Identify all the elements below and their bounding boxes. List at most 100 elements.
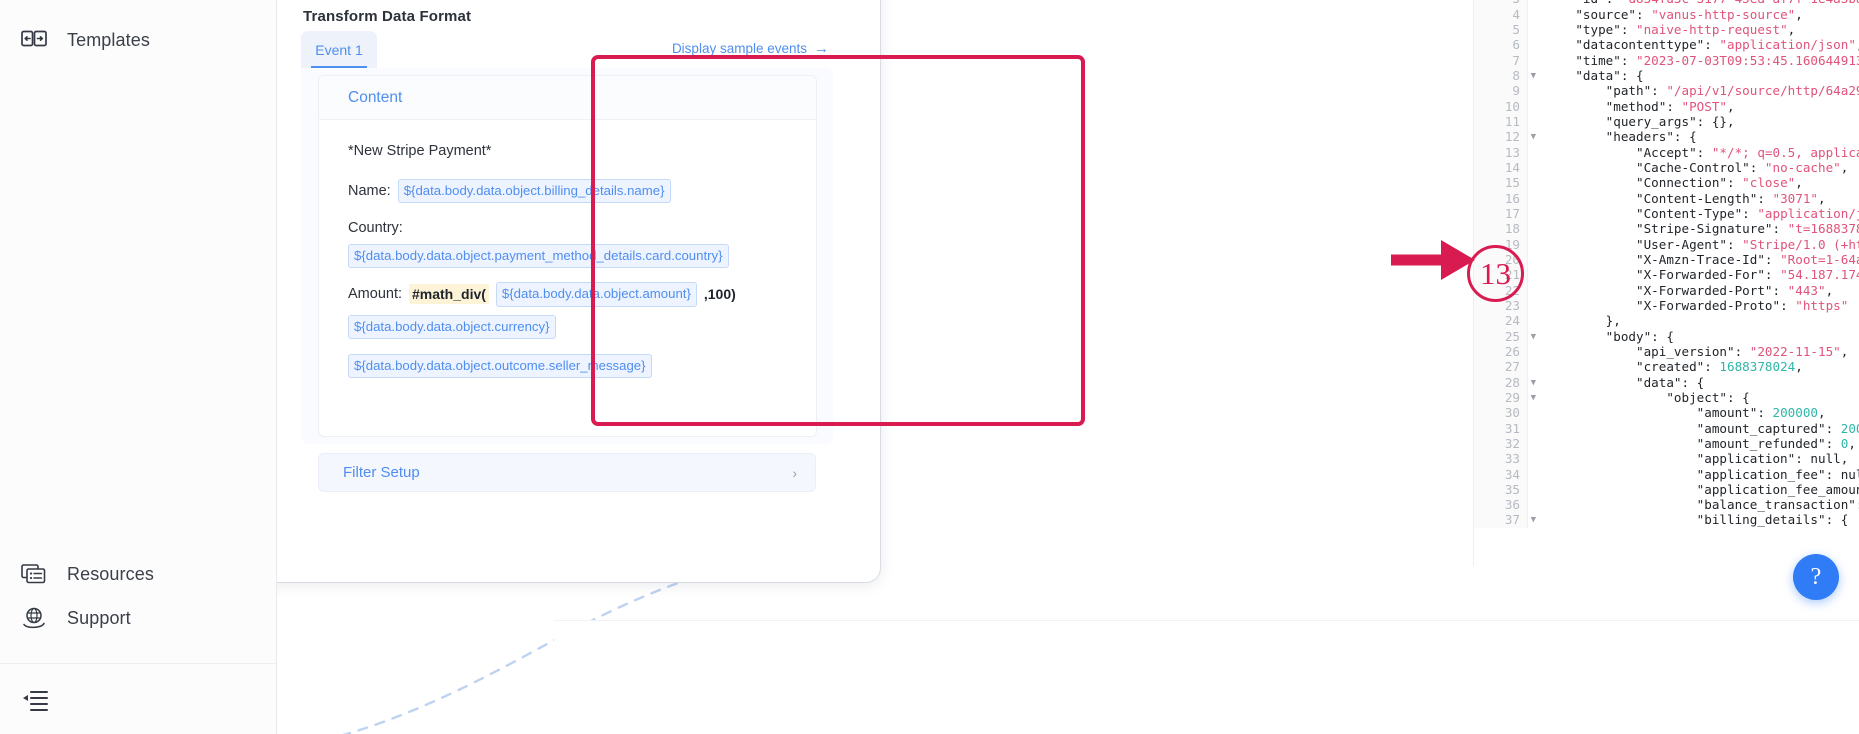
line-number: 6 xyxy=(1474,37,1528,53)
tab-event-1[interactable]: Event 1 xyxy=(301,31,377,68)
code-line-content: "application": null, xyxy=(1696,451,1849,467)
amount-variable-token[interactable]: ${data.body.data.object.amount} xyxy=(495,282,697,307)
code-line: 37 ▼ "billing_details": { xyxy=(1474,512,1859,528)
line-number: 16 xyxy=(1474,190,1528,206)
code-line-content: "amount": 200000, xyxy=(1696,405,1826,421)
line-number: 14 xyxy=(1474,159,1528,176)
content-shell: Content *New Stripe Payment* Name: ${dat… xyxy=(301,68,833,444)
code-line-content: "balance_transaction": "txn_3NPjRzHOTAMv… xyxy=(1696,497,1859,513)
line-number: 5 xyxy=(1474,21,1528,38)
line-number: 9 xyxy=(1474,83,1528,99)
code-line-content: "User-Agent": "Stripe/1.0 (+https://stri… xyxy=(1636,236,1859,252)
code-line: 34 "application_fee": null, xyxy=(1474,466,1859,482)
code-line: 3 "id": "d834fd3c-3177-45ea-af7f-1e4a3ba… xyxy=(1474,0,1859,7)
country-variable-token[interactable]: ${data.body.data.object.payment_method_d… xyxy=(348,244,729,269)
currency-variable-token[interactable]: ${data.body.data.object.currency} xyxy=(348,314,556,339)
amount-divisor-suffix: ,100) xyxy=(703,286,736,303)
code-line-content: "body": { xyxy=(1605,328,1674,344)
line-number: 10 xyxy=(1474,98,1528,114)
code-line-content: "Accept": "*/*; q=0.5, application/xml", xyxy=(1636,144,1859,160)
line-number: 17 xyxy=(1474,205,1528,222)
display-sample-events-link[interactable]: Display sample events → xyxy=(672,41,829,56)
name-variable-token[interactable]: ${data.body.data.object.billing_details.… xyxy=(397,179,671,204)
code-line: 22 "X-Forwarded-Port": "443", xyxy=(1474,282,1859,298)
code-line-content: "X-Forwarded-Proto": "https" xyxy=(1636,297,1849,313)
help-button[interactable]: ? xyxy=(1793,554,1839,600)
line-number: 4 xyxy=(1474,6,1528,22)
code-line: 32 "amount_refunded": 0, xyxy=(1474,435,1859,452)
name-field-line: Name: ${data.body.data.object.billing_de… xyxy=(348,179,794,204)
code-line-content: }, xyxy=(1545,313,1621,329)
code-line: 14 "Cache-Control": "no-cache", xyxy=(1474,159,1859,176)
content-editor-body[interactable]: *New Stripe Payment* Name: ${data.body.d… xyxy=(319,120,816,378)
code-line-content: "Content-Length": "3071", xyxy=(1636,190,1826,206)
content-heading-line: *New Stripe Payment* xyxy=(348,143,794,159)
code-line-content: "X-Amzn-Trace-Id": "Root=1-64a29aa9-723d… xyxy=(1636,251,1859,267)
json-code-rows: 2 "specversion": "1.0",3 "id": "d834fd3c… xyxy=(1474,0,1859,528)
code-line: 29 ▼ "object": { xyxy=(1474,389,1859,406)
annotation-arrow-icon xyxy=(1391,240,1475,280)
seller-message-variable-token[interactable]: ${data.body.data.object.outcome.seller_m… xyxy=(348,353,652,378)
content-section-header: Content xyxy=(319,76,816,120)
code-line: 4 "source": "vanus-http-source", xyxy=(1474,6,1859,22)
code-line-content: "application_fee": null, xyxy=(1696,466,1859,482)
math-div-function-token[interactable]: #math_div( xyxy=(409,284,489,305)
sidebar-item-resources[interactable]: Resources xyxy=(0,552,276,596)
code-line-content: "amount_captured": 200000, xyxy=(1696,420,1859,436)
fold-toggle-icon[interactable]: ▼ xyxy=(1531,391,1536,406)
arrow-right-icon: → xyxy=(814,40,829,57)
code-line-content: "datacontenttype": "application/json", xyxy=(1575,37,1859,53)
sidebar-divider xyxy=(0,663,276,664)
code-line-content: "Content-Type": "application/json; chars… xyxy=(1636,205,1859,221)
code-line: 11 "query_args": {}, xyxy=(1474,113,1859,130)
code-line-content: "headers": { xyxy=(1605,129,1697,145)
line-number: 8 ▼ xyxy=(1474,67,1536,84)
sidebar-item-templates[interactable]: Templates xyxy=(0,18,276,62)
canvas-bottom-strip xyxy=(554,620,1859,734)
code-line: 28 ▼ "data": { xyxy=(1474,374,1859,391)
code-line-content: "type": "naive-http-request", xyxy=(1575,21,1796,37)
seller-message-line: ${data.body.data.object.outcome.seller_m… xyxy=(348,353,794,378)
code-line-content: "Stripe-Signature": "t=1688378025,v1=910… xyxy=(1636,221,1859,237)
code-line: 33 "application": null, xyxy=(1474,451,1859,467)
line-number: 7 xyxy=(1474,52,1528,68)
sidebar-item-support[interactable]: Support xyxy=(0,596,276,640)
sidebar-top-group: Templates xyxy=(0,18,276,62)
code-line-content: "id": "d834fd3c-3177-45ea-af7f-1e4a3bad7… xyxy=(1528,0,1859,7)
name-label: Name: xyxy=(348,183,391,200)
annotation-step-badge: 13 xyxy=(1467,245,1524,302)
display-sample-events-label: Display sample events xyxy=(671,41,807,56)
collapse-sidebar-icon[interactable] xyxy=(19,684,51,716)
code-line-content: "Cache-Control": "no-cache", xyxy=(1636,159,1849,175)
fold-toggle-icon[interactable]: ▼ xyxy=(1531,69,1536,84)
code-line: 27 "created": 1688378024, xyxy=(1474,359,1859,375)
line-number: 13 xyxy=(1474,144,1528,160)
sample-event-json-panel[interactable]: 2 "specversion": "1.0",3 "id": "d834fd3c… xyxy=(1473,0,1859,566)
code-line: 36 "balance_transaction": "txn_3NPjRzHOT… xyxy=(1474,497,1859,513)
support-globe-icon xyxy=(19,603,49,633)
line-number: 11 xyxy=(1474,113,1528,130)
code-line: 21 "X-Forwarded-For": "54.187.174.169", xyxy=(1474,267,1859,283)
code-line-content: "application_fee_amount": null, xyxy=(1696,481,1859,497)
filter-setup-section[interactable]: Filter Setup › xyxy=(319,454,815,491)
code-line: 23 "X-Forwarded-Proto": "https" xyxy=(1474,297,1859,314)
country-label: Country: xyxy=(348,220,403,237)
country-field-block: Country: ${data.body.data.object.payment… xyxy=(348,220,794,269)
code-line-content: "Connection": "close", xyxy=(1636,175,1803,191)
line-number: 34 xyxy=(1474,466,1528,482)
resources-icon xyxy=(19,559,49,589)
sidebar-item-label: Resources xyxy=(67,563,154,584)
code-line-content: "data": { xyxy=(1636,374,1705,390)
fold-toggle-icon[interactable]: ▼ xyxy=(1531,513,1536,528)
code-line-content: "object": { xyxy=(1666,389,1750,405)
line-number: 29 ▼ xyxy=(1474,389,1536,406)
line-number: 25 ▼ xyxy=(1474,328,1536,344)
line-number: 31 xyxy=(1474,420,1528,436)
fold-toggle-icon[interactable]: ▼ xyxy=(1531,376,1536,391)
fold-toggle-icon[interactable]: ▼ xyxy=(1531,330,1536,345)
fold-toggle-icon[interactable]: ▼ xyxy=(1531,130,1536,145)
templates-icon xyxy=(19,25,49,55)
workflow-canvas[interactable]: Transform Data Format Event 1 Display sa… xyxy=(277,0,1859,734)
amount-label: Amount: xyxy=(348,286,402,303)
line-number: 15 xyxy=(1474,175,1528,191)
